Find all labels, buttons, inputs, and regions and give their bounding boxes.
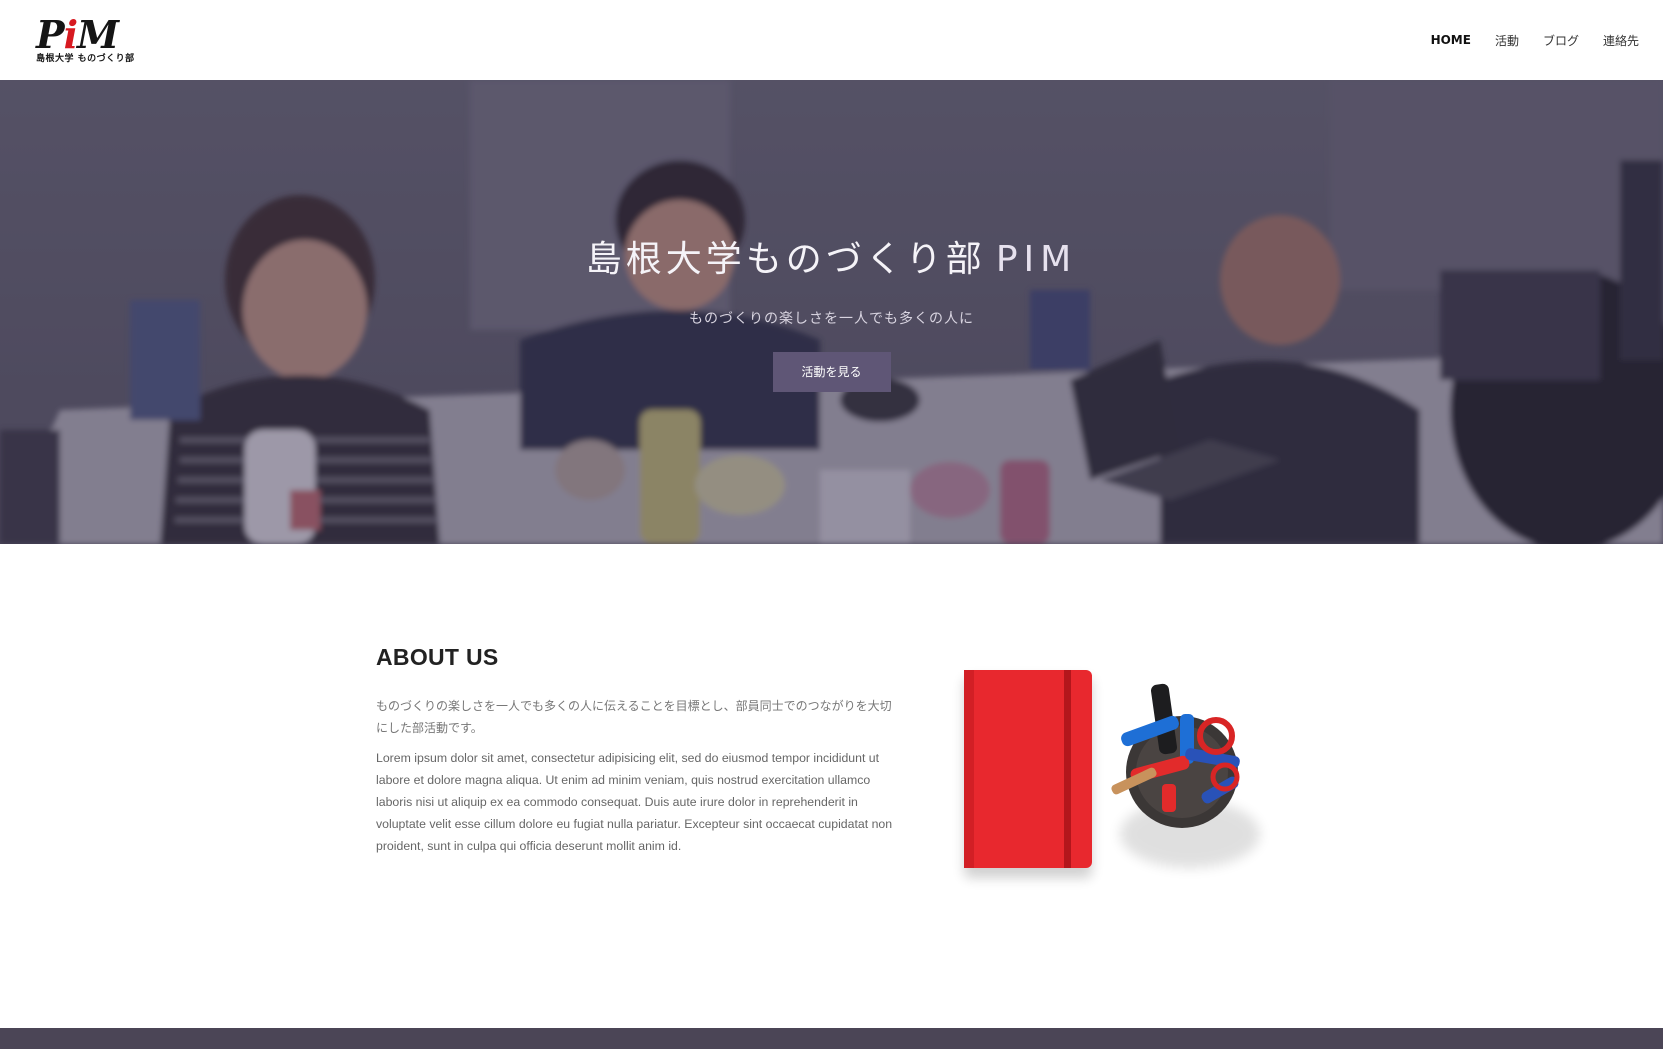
main-nav: HOME 活動 ブログ 連絡先 — [1431, 32, 1639, 49]
about-text: ABOUT US ものづくりの楽しさを一人でも多くの人に伝えることを目標とし、部… — [376, 644, 901, 857]
view-activities-button[interactable]: 活動を見る — [772, 352, 891, 392]
logo-mark: PiM — [36, 12, 119, 57]
about-section: ABOUT US ものづくりの楽しさを一人でも多くの人に伝えることを目標とし、部… — [0, 544, 1663, 1028]
about-body: Lorem ipsum dolor sit amet, consectetur … — [376, 751, 893, 853]
site-header: PiM 島根大学 ものづくり部 HOME 活動 ブログ 連絡先 — [0, 0, 1663, 80]
notebook-and-pens-image — [964, 670, 1260, 878]
hero-content: 島根大学ものづくり部 PIM ものづくりの楽しさを一人でも多くの人に 活動を見る — [0, 230, 1663, 392]
hero-subtitle: ものづくりの楽しさを一人でも多くの人に — [689, 311, 974, 327]
hero-section: 島根大学ものづくり部 PIM ものづくりの楽しさを一人でも多くの人に 活動を見る — [0, 80, 1663, 544]
hero-title: 島根大学ものづくり部 PIM — [0, 230, 1663, 282]
footer-strip — [0, 1028, 1663, 1049]
hero-title-text: 島根大学ものづくり部 — [585, 239, 986, 280]
about-heading: ABOUT US — [376, 644, 499, 670]
nav-home[interactable]: HOME — [1431, 33, 1471, 47]
nav-blog[interactable]: ブログ — [1543, 32, 1579, 49]
logo[interactable]: PiM 島根大学 ものづくり部 — [36, 16, 135, 64]
hero-title-brand: PIM — [995, 239, 1078, 280]
about-intro: ものづくりの楽しさを一人でも多くの人に伝えることを目標とし、部員同士でのつながり… — [376, 699, 892, 735]
nav-contact[interactable]: 連絡先 — [1603, 32, 1639, 49]
nav-activities[interactable]: 活動 — [1495, 32, 1519, 49]
